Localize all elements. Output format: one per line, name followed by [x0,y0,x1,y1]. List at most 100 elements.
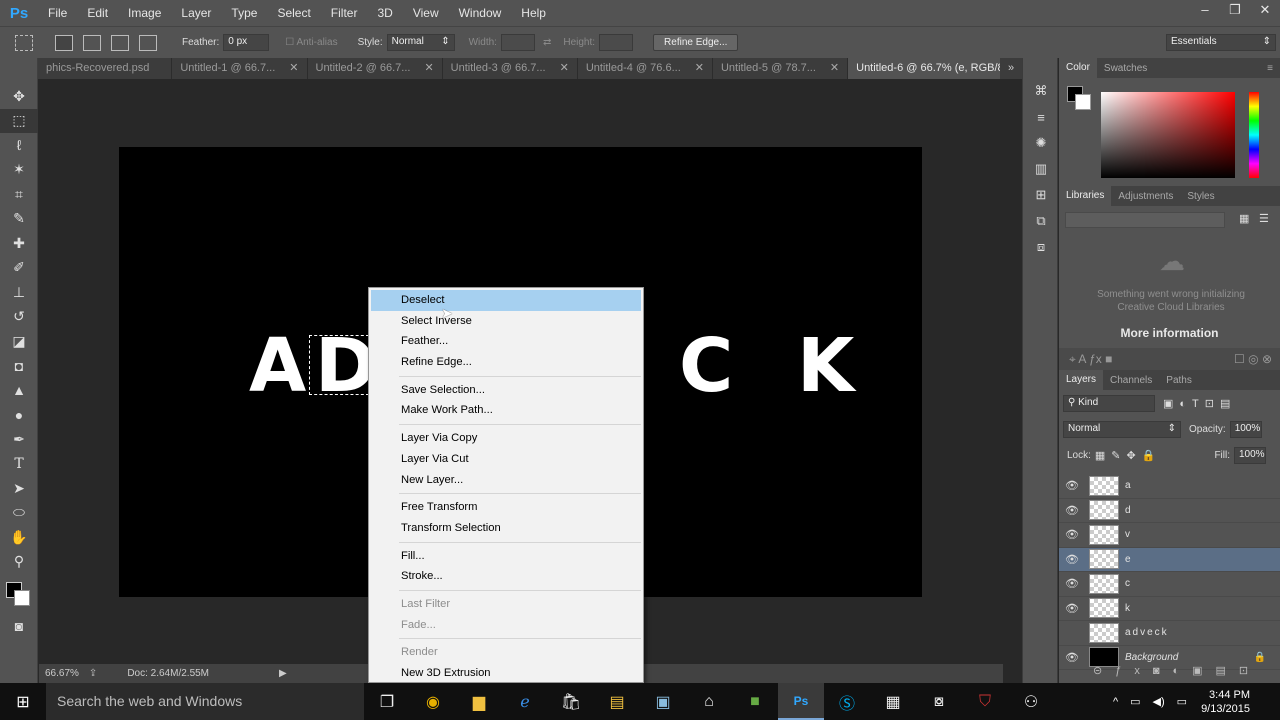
marquee-preset-icon[interactable] [15,34,33,51]
menu-layer[interactable]: Layer [171,0,221,26]
pen-tool-icon[interactable]: ✒ [0,427,38,452]
tab-paths[interactable]: Paths [1159,375,1199,386]
document-tab[interactable]: Untitled-5 @ 78.7... ✕ [713,58,849,79]
tab-layers[interactable]: Layers [1059,370,1104,390]
history-icon[interactable]: ⌘ [1023,78,1059,104]
character-icon[interactable]: ⧉ [1023,208,1059,234]
tab-channels[interactable]: Channels [1103,375,1159,386]
background-color-swatch[interactable] [14,590,30,606]
context-item-stroke[interactable]: Stroke... [369,566,643,587]
tab-adjustments[interactable]: Adjustments [1111,191,1180,202]
layer-name[interactable]: k [1125,603,1130,614]
antivirus-icon[interactable]: ⛉ [962,683,1008,720]
properties-icon[interactable]: ≡ [1023,104,1059,130]
notifications-icon[interactable]: ▭ [1171,695,1193,708]
eraser-tool-icon[interactable]: ◪ [0,329,38,354]
start-button-icon[interactable]: ⊞ [0,683,46,720]
close-icon[interactable]: ✕ [1250,0,1280,22]
context-item-layer-via-copy[interactable]: Layer Via Copy [369,428,643,449]
minecraft-icon[interactable]: ■ [732,683,778,720]
library-select[interactable] [1065,212,1225,228]
tray-up-icon[interactable]: ^ [1107,696,1124,708]
menu-view[interactable]: View [403,0,449,26]
visibility-eye-icon[interactable]: 👁 [1059,651,1085,664]
menu-help[interactable]: Help [511,0,556,26]
network-app-icon[interactable]: ⧇ [916,683,962,720]
crop-tool-icon[interactable]: ⌗ [0,182,38,207]
chrome-icon[interactable]: ◉ [410,683,456,720]
subtract-selection-icon[interactable] [111,34,129,51]
layer-name[interactable]: adveck [1125,627,1169,638]
menu-image[interactable]: Image [118,0,171,26]
visibility-eye-icon[interactable]: 👁 [1059,577,1085,590]
document-tab[interactable]: Untitled-1 @ 66.7... ✕ [172,58,308,79]
context-item-make-work-path[interactable]: Make Work Path... [369,400,643,421]
clock[interactable]: 3:44 PM 9/13/2015 [1193,688,1280,716]
antialias-checkbox[interactable]: ☐ Anti-alias [285,37,337,48]
file-explorer-icon[interactable]: ▆ [456,683,502,720]
history-brush-tool-icon[interactable]: ↺ [0,305,38,330]
blur-tool-icon[interactable]: ▲ [0,378,38,403]
blend-mode-select[interactable]: Normal ⇕ [1063,420,1181,438]
list-view-icon[interactable]: ☰ [1259,212,1269,225]
status-menu-arrow-icon[interactable]: ▶ [279,668,287,679]
document-tab[interactable]: Untitled-4 @ 76.6... ✕ [578,58,713,79]
app-icon[interactable]: ▣ [640,683,686,720]
document-tab[interactable]: Untitled-2 @ 66.7... ✕ [308,58,443,79]
document-tab[interactable]: Untitled-3 @ 66.7... ✕ [443,58,578,79]
brush-settings-icon[interactable]: ✺ [1023,130,1059,156]
visibility-eye-icon[interactable]: 👁 [1059,528,1085,541]
layer-row[interactable]: adveck [1059,621,1280,646]
context-item-refine-edge[interactable]: Refine Edge... [369,352,643,373]
video-editor-icon[interactable]: ▦ [870,683,916,720]
opacity-input[interactable]: 100% [1229,420,1262,438]
context-item-free-transform[interactable]: Free Transform [369,497,643,518]
layer-name[interactable]: e [1125,554,1131,565]
tab-swatches[interactable]: Swatches [1097,63,1154,74]
rectangular-marquee-tool-icon[interactable]: ⬚ [0,108,38,133]
zoom-tool-icon[interactable]: ⚲ [0,550,38,575]
workspace-select[interactable]: Essentials ⇕ [1166,34,1276,51]
fill-input[interactable]: 100% [1234,446,1266,464]
tab-close-icon[interactable]: ✕ [830,58,839,79]
add-selection-icon[interactable] [83,34,101,51]
menu-file[interactable]: File [38,0,77,26]
magic-wand-tool-icon[interactable]: ✶ [0,158,38,183]
style-select[interactable]: Normal ⇕ [386,34,455,51]
layer-row[interactable]: 👁 c [1059,572,1280,597]
brush-presets-icon[interactable]: ▥ [1023,156,1059,182]
volume-icon[interactable]: ◀) [1147,695,1171,708]
layer-actions[interactable]: ⊝ƒx◙◐▣▤⊡ [1059,664,1280,683]
restore-icon[interactable]: ❐ [1220,0,1250,22]
hue-slider[interactable] [1249,92,1259,178]
quick-mask-icon[interactable]: ◙ [0,614,38,639]
minimize-icon[interactable]: – [1190,0,1220,22]
layer-row[interactable]: 👁 d [1059,499,1280,523]
home-icon[interactable]: ⌂ [686,683,732,720]
skype-icon[interactable]: Ⓢ [824,683,870,720]
context-item-layer-via-cut[interactable]: Layer Via Cut [369,449,643,470]
lock-icons[interactable]: ▦✎✥🔒 [1095,449,1162,462]
visibility-eye-icon[interactable]: 👁 [1059,504,1085,517]
context-item-new-layer[interactable]: New Layer... [369,470,643,491]
tab-close-icon[interactable]: ✕ [695,58,704,79]
visibility-eye-icon[interactable]: 👁 [1059,602,1085,615]
glyphs-icon[interactable]: ⧈ [1023,234,1059,260]
context-item-feather[interactable]: Feather... [369,331,643,352]
layer-row[interactable]: 👁 e [1059,547,1280,572]
visibility-eye-icon[interactable]: 👁 [1059,553,1085,566]
background-color-swatch[interactable] [1075,94,1091,110]
task-view-icon[interactable]: ❐ [364,683,410,720]
move-tool-icon[interactable]: ✥ [0,84,38,109]
hand-tool-icon[interactable]: ✋ [0,525,38,550]
width-input[interactable] [500,34,535,51]
tab-close-icon[interactable]: ✕ [289,58,298,79]
store-icon[interactable]: 🛍 [548,683,594,720]
document-tab[interactable]: phics-Recovered.psd [38,58,173,79]
tab-close-icon[interactable]: ✕ [560,58,569,79]
tabs-overflow-icon[interactable]: » [1000,58,1022,79]
menu-edit[interactable]: Edit [77,0,118,26]
kind-filter[interactable]: ⚲ Kind [1063,394,1155,412]
grid-view-icon[interactable]: ▦ [1239,212,1249,225]
eyedropper-tool-icon[interactable]: ✎ [0,207,38,232]
